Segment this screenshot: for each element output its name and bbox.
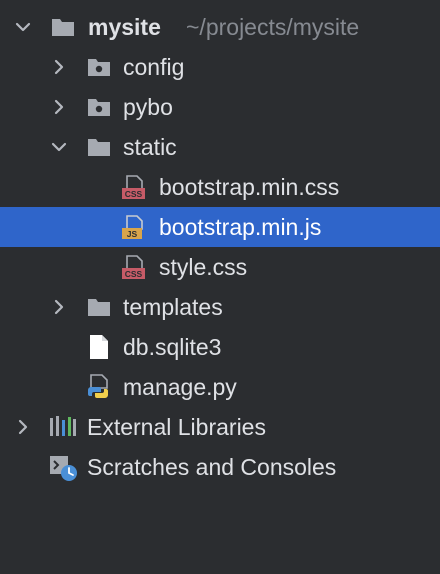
tree-item-label: bootstrap.min.css bbox=[159, 174, 340, 200]
python-file-icon bbox=[86, 374, 112, 400]
css-file-icon: CSS bbox=[121, 174, 147, 200]
tree-item-label: static bbox=[123, 134, 177, 160]
tree-item-label: Scratches and Consoles bbox=[87, 454, 337, 480]
tree-row-manage-py[interactable]: manage.py bbox=[0, 367, 440, 407]
chevron-right-icon[interactable] bbox=[48, 96, 70, 118]
root-folder-name: mysite bbox=[88, 14, 161, 40]
root-folder-path: ~/projects/mysite bbox=[186, 14, 360, 40]
tree-item-label: manage.py bbox=[123, 374, 237, 400]
file-icon bbox=[86, 334, 112, 360]
tree-row-mysite[interactable]: mysite ~/projects/mysite bbox=[0, 7, 440, 47]
tree-row-static[interactable]: static bbox=[0, 127, 440, 167]
tree-row-bootstrap-css[interactable]: CSS bootstrap.min.css bbox=[0, 167, 440, 207]
tree-item-label: External Libraries bbox=[87, 414, 266, 440]
tree-row-db-sqlite3[interactable]: db.sqlite3 bbox=[0, 327, 440, 367]
chevron-right-icon[interactable] bbox=[48, 56, 70, 78]
chevron-right-icon[interactable] bbox=[48, 296, 70, 318]
tree-row-style-css[interactable]: CSS style.css bbox=[0, 247, 440, 287]
svg-text:CSS: CSS bbox=[125, 189, 143, 199]
tree-item-label: config bbox=[123, 54, 185, 80]
tree-row-scratches-consoles[interactable]: Scratches and Consoles bbox=[0, 447, 440, 487]
folder-icon bbox=[86, 294, 112, 320]
tree-item-label: db.sqlite3 bbox=[123, 334, 222, 360]
tree-item-label: pybo bbox=[123, 94, 173, 120]
js-file-icon: JS bbox=[121, 214, 147, 240]
css-file-icon: CSS bbox=[121, 254, 147, 280]
package-folder-icon bbox=[86, 94, 112, 120]
tree-item-label: bootstrap.min.js bbox=[159, 214, 322, 240]
tree-row-bootstrap-js[interactable]: JS bootstrap.min.js bbox=[0, 207, 440, 247]
tree-row-templates[interactable]: templates bbox=[0, 287, 440, 327]
project-tree: mysite ~/projects/mysite config pybo sta… bbox=[0, 0, 440, 574]
tree-item-label: templates bbox=[123, 294, 223, 320]
folder-icon bbox=[50, 14, 76, 40]
chevron-right-icon[interactable] bbox=[12, 416, 34, 438]
folder-icon bbox=[86, 134, 112, 160]
libraries-icon bbox=[49, 414, 76, 440]
tree-row-pybo[interactable]: pybo bbox=[0, 87, 440, 127]
svg-text:CSS: CSS bbox=[125, 269, 143, 279]
svg-text:JS: JS bbox=[127, 229, 138, 239]
scratches-icon bbox=[49, 454, 77, 481]
tree-row-config[interactable]: config bbox=[0, 47, 440, 87]
tree-item-label: style.css bbox=[159, 254, 248, 280]
chevron-down-icon[interactable] bbox=[12, 16, 34, 38]
chevron-down-icon[interactable] bbox=[48, 136, 70, 158]
tree-row-external-libraries[interactable]: External Libraries bbox=[0, 407, 440, 447]
package-folder-icon bbox=[86, 54, 112, 80]
